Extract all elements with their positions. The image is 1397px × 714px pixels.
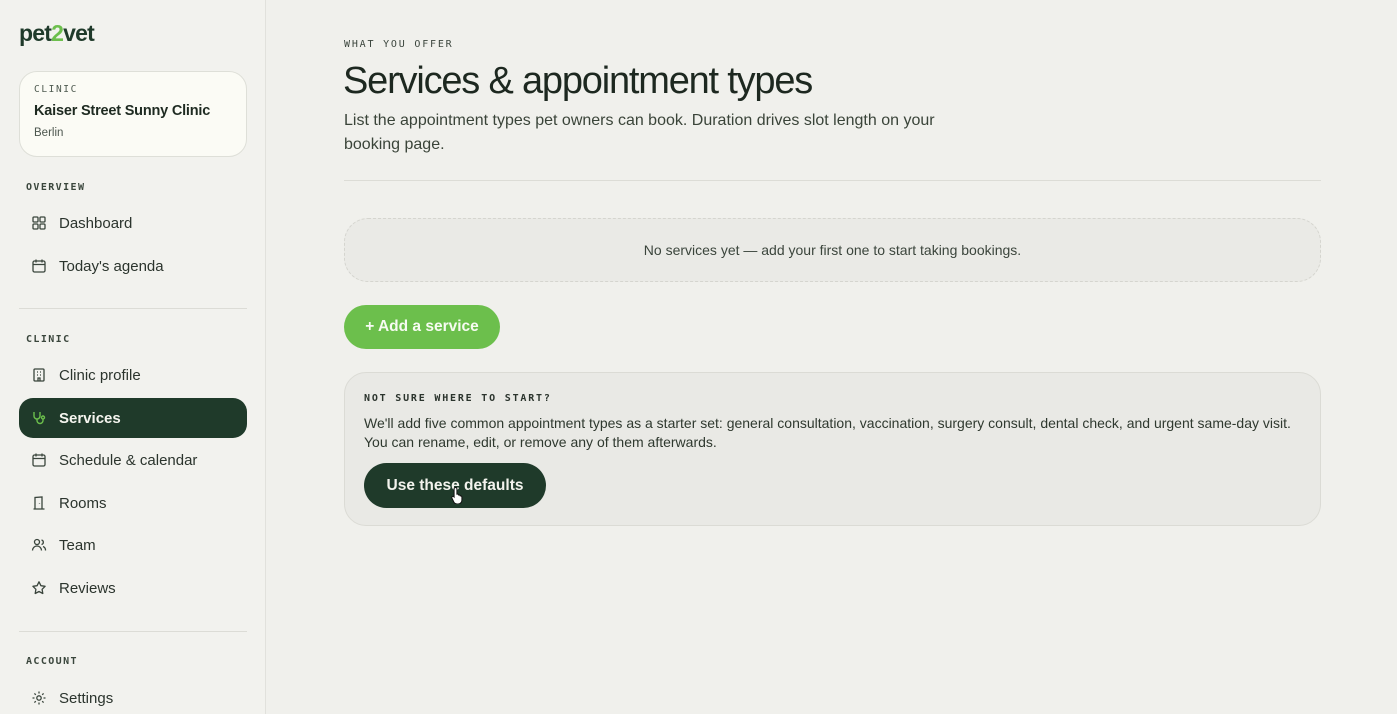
dashboard-icon: [31, 215, 47, 231]
empty-state: No services yet — add your first one to …: [344, 218, 1321, 282]
sidebar-item-team[interactable]: Team: [19, 525, 247, 565]
sidebar-item-label: Reviews: [59, 579, 116, 597]
section-label-overview: OVERVIEW: [26, 182, 86, 193]
stethoscope-icon: [31, 410, 47, 426]
logo-text-2: 2: [51, 20, 64, 46]
team-icon: [31, 537, 47, 553]
starter-description: We'll add five common appointment types …: [364, 415, 1291, 450]
sidebar-item-clinic-profile[interactable]: Clinic profile: [19, 355, 247, 395]
logo-text-pet: pet: [19, 20, 52, 46]
starter-eyebrow: NOT SURE WHERE TO START?: [364, 393, 552, 404]
sidebar: pet2vet CLINIC Kaiser Street Sunny Clini…: [0, 0, 266, 714]
page-title: Services & appointment types: [343, 60, 813, 102]
clinic-switcher-card[interactable]: CLINIC Kaiser Street Sunny Clinic Berlin: [19, 71, 247, 157]
sidebar-item-label: Clinic profile: [59, 366, 141, 384]
sidebar-item-label: Today's agenda: [59, 257, 164, 275]
door-icon: [31, 495, 47, 511]
building-icon: [31, 367, 47, 383]
empty-state-message: No services yet — add your first one to …: [643, 242, 1022, 258]
brand-logo[interactable]: pet2vet: [19, 20, 95, 47]
page-subtitle: List the appointment types pet owners ca…: [344, 112, 935, 153]
page-eyebrow: WHAT YOU OFFER: [344, 39, 454, 50]
sidebar-divider: [19, 631, 247, 632]
starter-set-card: NOT SURE WHERE TO START? We'll add five …: [344, 372, 1321, 526]
sidebar-item-label: Team: [59, 536, 96, 554]
calendar-icon: [31, 452, 47, 468]
clinic-city: Berlin: [34, 127, 64, 139]
sidebar-divider: [19, 308, 247, 309]
gear-icon: [31, 690, 47, 706]
sidebar-item-schedule-calendar[interactable]: Schedule & calendar: [19, 440, 247, 480]
add-service-button[interactable]: + Add a service: [344, 305, 500, 349]
main-content: WHAT YOU OFFER Services & appointment ty…: [266, 0, 1397, 714]
section-label-clinic: CLINIC: [26, 334, 71, 345]
logo-text-vet: vet: [63, 20, 95, 46]
sidebar-item-label: Settings: [59, 689, 114, 707]
pointer-cursor-icon: [451, 486, 463, 504]
sidebar-item-rooms[interactable]: Rooms: [19, 483, 247, 523]
sidebar-item-dashboard[interactable]: Dashboard: [19, 203, 247, 243]
star-icon: [31, 580, 47, 596]
sidebar-item-label: Services: [59, 409, 121, 427]
calendar-icon: [31, 258, 47, 274]
app-root: pet2vet CLINIC Kaiser Street Sunny Clini…: [0, 0, 1397, 714]
sidebar-item-label: Dashboard: [59, 214, 133, 232]
section-label-account: ACCOUNT: [26, 656, 78, 667]
clinic-eyebrow: CLINIC: [34, 84, 78, 95]
header-divider: [344, 180, 1321, 181]
sidebar-item-label: Rooms: [59, 494, 107, 512]
clinic-name: Kaiser Street Sunny Clinic: [34, 103, 211, 119]
sidebar-item-label: Schedule & calendar: [59, 451, 198, 469]
sidebar-item-services[interactable]: Services: [19, 398, 247, 438]
sidebar-item-reviews[interactable]: Reviews: [19, 568, 247, 608]
sidebar-item-todays-agenda[interactable]: Today's agenda: [19, 246, 247, 286]
sidebar-item-settings[interactable]: Settings: [19, 678, 247, 714]
